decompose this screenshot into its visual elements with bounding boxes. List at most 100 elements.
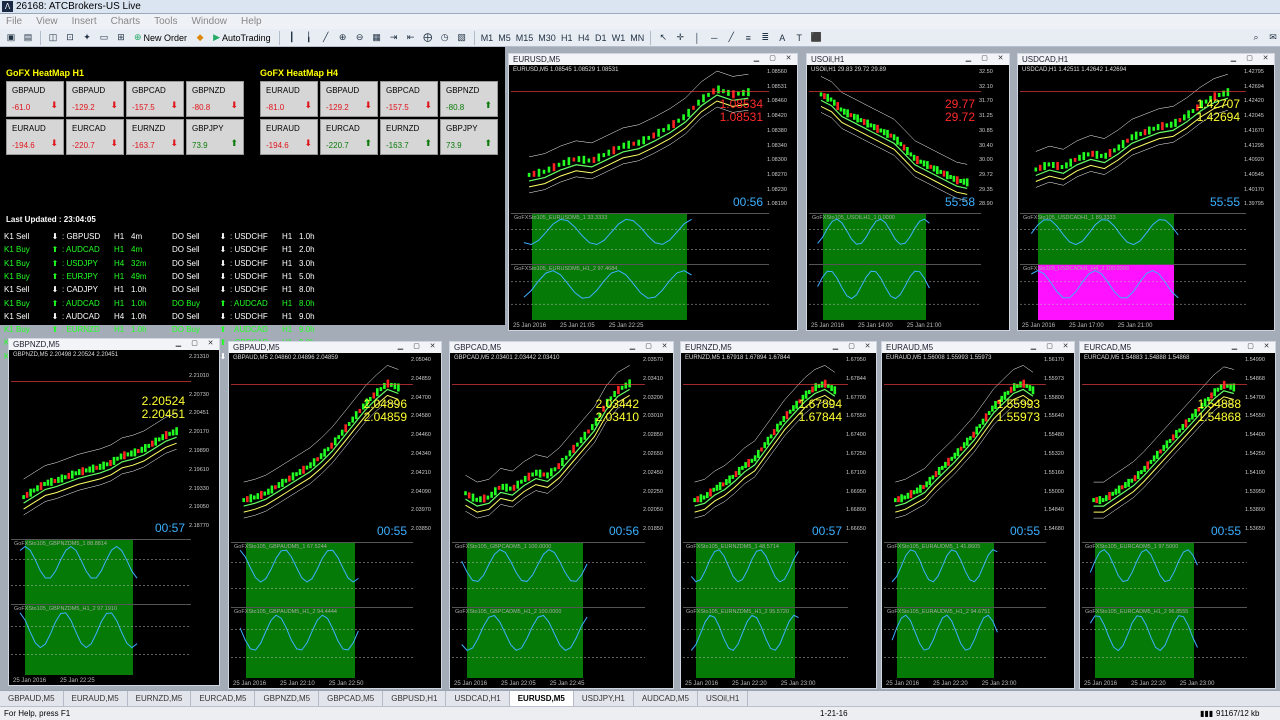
menu-help[interactable]: Help xyxy=(241,16,262,27)
maximize-icon[interactable]: ▢ xyxy=(410,343,423,351)
bar-chart-icon[interactable]: ┃ xyxy=(285,31,299,45)
chart-title[interactable]: EURCAD,M5 ▁ ▢ ✕ xyxy=(1080,342,1275,353)
chart-tab[interactable]: EURCAD,M5 xyxy=(191,691,256,706)
chart-title[interactable]: GBPNZD,M5 ▁ ▢ ✕ xyxy=(9,339,219,350)
fibonacci-icon[interactable]: ≣ xyxy=(758,31,772,45)
chart-tab[interactable]: GBPCAD,M5 xyxy=(319,691,384,706)
maximize-icon[interactable]: ▢ xyxy=(1043,343,1056,351)
tf-h4[interactable]: H4 xyxy=(577,31,591,45)
profiles-icon[interactable]: ▤ xyxy=(21,31,35,45)
chart-title[interactable]: USOil,H1 ▁ ▢ ✕ xyxy=(807,54,1009,65)
chart-window[interactable]: EURCAD,M5 ▁ ▢ ✕ EURCAD,M5 1.54883 1.54888 … xyxy=(1079,341,1276,689)
tf-d1[interactable]: D1 xyxy=(594,31,608,45)
indicators-icon[interactable]: ⨁ xyxy=(421,31,435,45)
candlestick-icon[interactable]: ╽ xyxy=(302,31,316,45)
chart-window[interactable]: USOil,H1 ▁ ▢ ✕ USOil,H1 29.83 29.72 29.89 … xyxy=(806,53,1010,331)
chart-tab[interactable]: USDJPY,H1 xyxy=(574,691,634,706)
minimize-icon[interactable]: ▁ xyxy=(1228,343,1241,351)
arrows-icon[interactable]: ⬛ xyxy=(809,31,823,45)
tf-m5[interactable]: M5 xyxy=(497,31,512,45)
meta-editor-icon[interactable]: ◆ xyxy=(193,31,207,45)
tf-m1[interactable]: M1 xyxy=(480,31,495,45)
chart-tab[interactable]: EURUSD,M5 xyxy=(509,691,574,706)
chart-title[interactable]: USDCAD,H1 ▁ ▢ ✕ xyxy=(1018,54,1274,65)
chat-icon[interactable]: ✉ xyxy=(1266,31,1280,45)
tf-m15[interactable]: M15 xyxy=(515,31,535,45)
menu-view[interactable]: View xyxy=(36,16,58,27)
close-icon[interactable]: ✕ xyxy=(426,343,439,351)
minimize-icon[interactable]: ▁ xyxy=(750,55,763,63)
close-icon[interactable]: ✕ xyxy=(1059,343,1072,351)
menu-tools[interactable]: Tools xyxy=(154,16,177,27)
minimize-icon[interactable]: ▁ xyxy=(172,340,185,348)
chart-window[interactable]: GBPCAD,M5 ▁ ▢ ✕ GBPCAD,M5 2.03401 2.03442 … xyxy=(449,341,674,689)
maximize-icon[interactable]: ▢ xyxy=(845,343,858,351)
chart-window[interactable]: EURUSD,M5 ▁ ▢ ✕ EURUSD,M5 1.08545 1.08529 … xyxy=(508,53,798,331)
close-icon[interactable]: ✕ xyxy=(204,340,217,348)
maximize-icon[interactable]: ▢ xyxy=(642,343,655,351)
new-order-button[interactable]: ⊕ New Order xyxy=(131,30,190,45)
menu-charts[interactable]: Charts xyxy=(111,16,140,27)
close-icon[interactable]: ✕ xyxy=(782,55,795,63)
maximize-icon[interactable]: ▢ xyxy=(188,340,201,348)
menu-file[interactable]: File xyxy=(6,16,22,27)
tf-m30[interactable]: M30 xyxy=(537,31,557,45)
chart-window[interactable]: EURAUD,M5 ▁ ▢ ✕ EURAUD,M5 1.56008 1.55993 … xyxy=(881,341,1075,689)
chart-tab[interactable]: GBPNZD,M5 xyxy=(255,691,320,706)
zoom-out-icon[interactable]: ⊖ xyxy=(353,31,367,45)
tf-mn[interactable]: MN xyxy=(629,31,645,45)
navigator-icon[interactable]: ✦ xyxy=(80,31,94,45)
data-window-icon[interactable]: ⊡ xyxy=(63,31,77,45)
chart-title[interactable]: EURUSD,M5 ▁ ▢ ✕ xyxy=(509,54,797,65)
chart-tab[interactable]: EURAUD,M5 xyxy=(64,691,128,706)
maximize-icon[interactable]: ▢ xyxy=(978,55,991,63)
chart-tab[interactable]: EURNZD,M5 xyxy=(128,691,192,706)
zoom-in-icon[interactable]: ⊕ xyxy=(336,31,350,45)
minimize-icon[interactable]: ▁ xyxy=(394,343,407,351)
search-icon[interactable]: ⌕ xyxy=(1249,31,1263,45)
close-icon[interactable]: ✕ xyxy=(1259,55,1272,63)
minimize-icon[interactable]: ▁ xyxy=(829,343,842,351)
close-icon[interactable]: ✕ xyxy=(658,343,671,351)
minimize-icon[interactable]: ▁ xyxy=(1227,55,1240,63)
menu-insert[interactable]: Insert xyxy=(72,16,97,27)
chart-window[interactable]: USDCAD,H1 ▁ ▢ ✕ USDCAD,H1 1.42511 1.42642 … xyxy=(1017,53,1275,331)
vertical-line-icon[interactable]: │ xyxy=(690,31,704,45)
chart-window[interactable]: GBPAUD,M5 ▁ ▢ ✕ GBPAUD,M5 2.04860 2.04896 … xyxy=(228,341,442,689)
autoscroll-icon[interactable]: ⇥ xyxy=(387,31,401,45)
tf-h1[interactable]: H1 xyxy=(560,31,574,45)
chart-tab[interactable]: USOil,H1 xyxy=(698,691,749,706)
minimize-icon[interactable]: ▁ xyxy=(626,343,639,351)
chart-title[interactable]: EURNZD,M5 ▁ ▢ ✕ xyxy=(681,342,876,353)
chart-tab[interactable]: GBPUSD,H1 xyxy=(383,691,447,706)
terminal-icon[interactable]: ▭ xyxy=(97,31,111,45)
cursor-icon[interactable]: ↖ xyxy=(656,31,670,45)
tester-icon[interactable]: ⊞ xyxy=(114,31,128,45)
periods-icon[interactable]: ◷ xyxy=(438,31,452,45)
templates-icon[interactable]: ▧ xyxy=(455,31,469,45)
chart-title[interactable]: GBPAUD,M5 ▁ ▢ ✕ xyxy=(229,342,441,353)
autotrading-button[interactable]: ▶ AutoTrading xyxy=(210,30,274,45)
trendline-icon[interactable]: ╱ xyxy=(724,31,738,45)
tf-w1[interactable]: W1 xyxy=(611,31,627,45)
market-watch-icon[interactable]: ◫ xyxy=(46,31,60,45)
text-icon[interactable]: A xyxy=(775,31,789,45)
chart-window[interactable]: GBPNZD,M5 ▁ ▢ ✕ GBPNZD,M5 2.20498 2.20524 … xyxy=(8,338,220,686)
crosshair-icon[interactable]: ✛ xyxy=(673,31,687,45)
minimize-icon[interactable]: ▁ xyxy=(962,55,975,63)
horizontal-line-icon[interactable]: ─ xyxy=(707,31,721,45)
close-icon[interactable]: ✕ xyxy=(994,55,1007,63)
maximize-icon[interactable]: ▢ xyxy=(766,55,779,63)
chart-shift-icon[interactable]: ⇤ xyxy=(404,31,418,45)
maximize-icon[interactable]: ▢ xyxy=(1243,55,1256,63)
chart-title[interactable]: EURAUD,M5 ▁ ▢ ✕ xyxy=(882,342,1074,353)
chart-tab[interactable]: AUDCAD,M5 xyxy=(634,691,698,706)
chart-window[interactable]: EURNZD,M5 ▁ ▢ ✕ EURNZD,M5 1.67918 1.67894 … xyxy=(680,341,877,689)
minimize-icon[interactable]: ▁ xyxy=(1027,343,1040,351)
channel-icon[interactable]: ≡ xyxy=(741,31,755,45)
new-chart-icon[interactable]: ▣ xyxy=(4,31,18,45)
menu-window[interactable]: Window xyxy=(191,16,227,27)
line-chart-icon[interactable]: ╱ xyxy=(319,31,333,45)
maximize-icon[interactable]: ▢ xyxy=(1244,343,1257,351)
close-icon[interactable]: ✕ xyxy=(1260,343,1273,351)
